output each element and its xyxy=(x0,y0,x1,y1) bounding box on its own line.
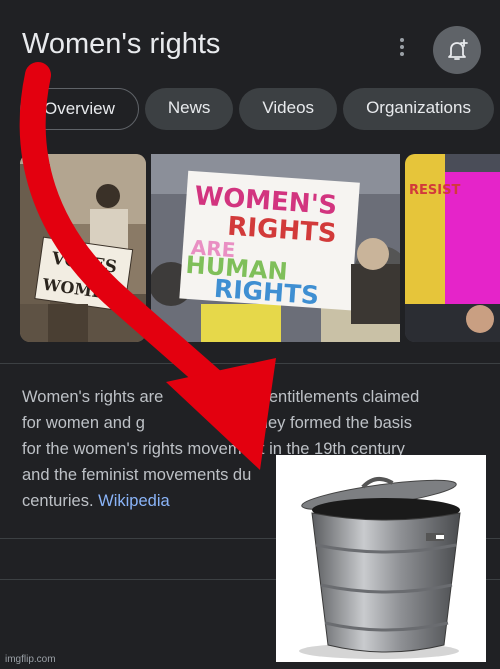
sign-text-resist: RESIST xyxy=(409,183,460,198)
trash-can-icon xyxy=(299,477,461,659)
divider xyxy=(0,363,500,364)
tab-news[interactable]: News xyxy=(144,88,234,130)
image-protest-crowd[interactable]: RESIST xyxy=(405,154,500,342)
image-suffragette[interactable]: VOTES WOMEN xyxy=(20,154,146,342)
wikipedia-link[interactable]: Wikipedia xyxy=(98,492,170,510)
image-carousel: VOTES WOMEN WOMEN'S RIGHTS ARE HUMAN RIG… xyxy=(20,154,500,342)
trash-can-image xyxy=(276,455,486,662)
tab-organizations[interactable]: Organizations xyxy=(343,88,494,130)
follow-button[interactable] xyxy=(433,26,481,74)
notification-add-icon xyxy=(448,39,468,60)
page-title: Women's rights xyxy=(22,28,221,60)
tab-overview[interactable]: Overview xyxy=(20,88,139,130)
more-options-icon[interactable] xyxy=(396,38,408,60)
watermark: imgflip.com xyxy=(5,654,56,665)
tab-videos[interactable]: Videos xyxy=(239,88,338,130)
tab-bar: Overview News Videos Organizations xyxy=(20,88,500,130)
image-protest-sign[interactable]: WOMEN'S RIGHTS ARE HUMAN RIGHTS xyxy=(151,154,400,342)
